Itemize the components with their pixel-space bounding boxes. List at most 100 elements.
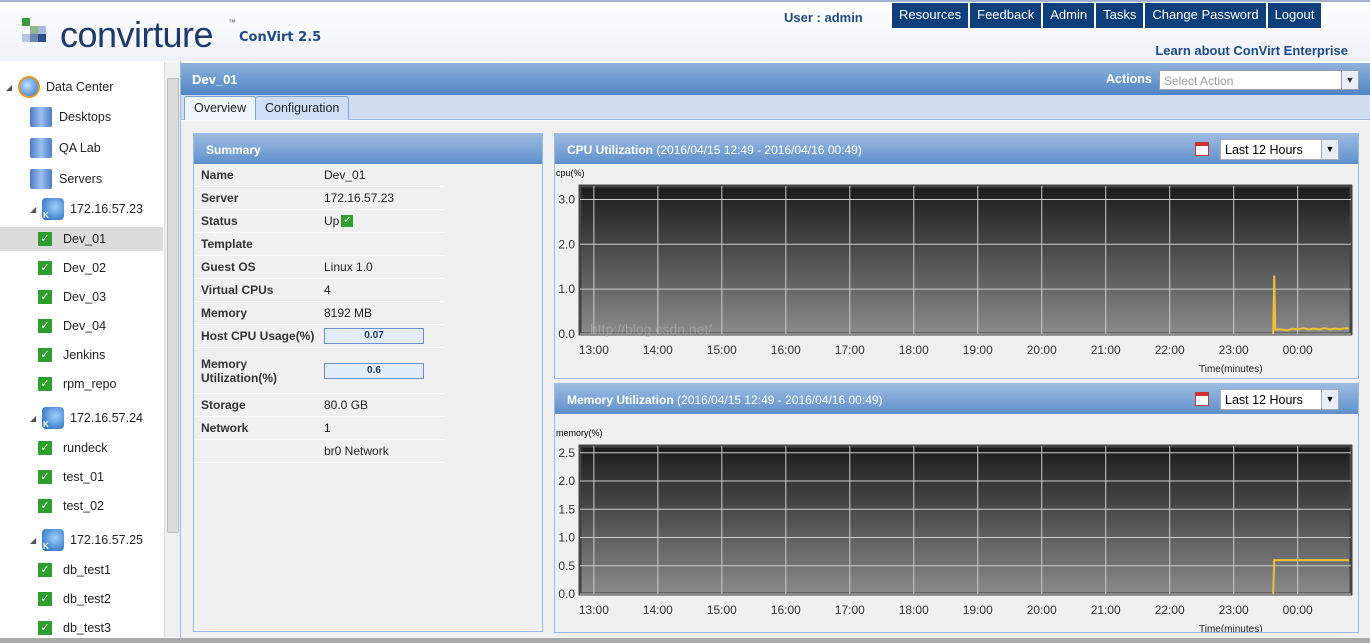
nav-admin[interactable]: Admin bbox=[1043, 3, 1095, 28]
vm-running-check-icon: ✓ bbox=[38, 441, 52, 455]
tree-item-label: test_01 bbox=[63, 470, 105, 484]
nav-tasks[interactable]: Tasks bbox=[1096, 3, 1144, 28]
tree-item-label: Desktops bbox=[59, 110, 112, 124]
tree-item[interactable]: ✓ Dev_02 bbox=[38, 256, 106, 280]
actions-label: Actions bbox=[1106, 72, 1152, 86]
tree-item[interactable]: QA Lab bbox=[30, 136, 101, 160]
cpu-chart-title: CPU Utilization bbox=[567, 143, 653, 157]
chevron-down-icon[interactable]: ▼ bbox=[1341, 71, 1358, 89]
tree-item-label: Dev_04 bbox=[63, 319, 107, 333]
tab-bar: Overview Configuration bbox=[181, 95, 1370, 120]
summary-row: Guest OS Linux 1.0 bbox=[194, 256, 444, 279]
user-label: User : admin bbox=[784, 10, 863, 25]
tab-overview[interactable]: Overview bbox=[184, 96, 257, 120]
summary-row: Storage 80.0 GB bbox=[194, 394, 444, 417]
watermark: http://blog.csdn.net/ bbox=[590, 321, 712, 337]
expand-triangle-icon[interactable]: ◢ bbox=[30, 205, 42, 214]
y-axis-label: cpu(%) bbox=[556, 168, 585, 178]
status-check-icon: ✓ bbox=[341, 215, 354, 227]
nav-resources[interactable]: Resources bbox=[892, 3, 969, 28]
tree-item[interactable]: ✓ test_01 bbox=[38, 465, 104, 489]
summary-row: Status Up ✓ bbox=[194, 210, 444, 233]
x-tick-label: 13:00 bbox=[579, 603, 609, 617]
memory-range-value: Last 12 Hours bbox=[1225, 393, 1303, 407]
x-tick-label: 20:00 bbox=[1027, 603, 1057, 617]
chevron-down-icon[interactable]: ▼ bbox=[1321, 140, 1338, 159]
summary-key: Status bbox=[201, 214, 238, 228]
summary-row: Network 1 bbox=[194, 417, 444, 440]
expand-triangle-icon[interactable]: ◢ bbox=[30, 536, 42, 545]
learn-enterprise-link[interactable]: Learn about ConVirt Enterprise bbox=[1155, 43, 1348, 58]
group-icon bbox=[30, 107, 52, 127]
tree-item[interactable]: Servers bbox=[30, 167, 102, 191]
tree-item[interactable]: ✓ Dev_03 bbox=[38, 285, 106, 309]
memory-range-select[interactable]: Last 12 Hours ▼ bbox=[1220, 389, 1339, 410]
x-tick-label: 23:00 bbox=[1219, 603, 1249, 617]
y-tick-label: 3.0 bbox=[558, 192, 575, 206]
tree-item[interactable]: ✓ test_02 bbox=[38, 494, 104, 518]
y-axis-label: memory(%) bbox=[556, 428, 603, 438]
tree-item[interactable]: ✓ Dev_04 bbox=[38, 314, 106, 338]
tree-item[interactable]: ✓ db_test1 bbox=[38, 558, 111, 582]
vm-running-check-icon: ✓ bbox=[38, 499, 52, 513]
x-tick-label: 19:00 bbox=[963, 343, 993, 357]
memory-chart-panel: Memory Utilization (2016/04/15 12:49 - 2… bbox=[554, 383, 1359, 635]
tree-item-label: Dev_01 bbox=[63, 232, 107, 246]
x-tick-label: 16:00 bbox=[771, 603, 801, 617]
calendar-icon[interactable] bbox=[1195, 142, 1209, 156]
expand-triangle-icon[interactable]: ◢ bbox=[6, 83, 18, 92]
vm-running-check-icon: ✓ bbox=[38, 348, 52, 362]
vm-running-check-icon: ✓ bbox=[38, 290, 52, 304]
tab-configuration[interactable]: Configuration bbox=[255, 96, 350, 120]
nav-change-password[interactable]: Change Password bbox=[1145, 3, 1266, 28]
tree-item[interactable]: ✓ rpm_repo bbox=[38, 372, 117, 396]
x-tick-label: 23:00 bbox=[1219, 343, 1249, 357]
tree-item[interactable]: Desktops bbox=[30, 105, 111, 129]
actions-placeholder: Select Action bbox=[1164, 74, 1234, 88]
summary-value: 4 bbox=[324, 283, 331, 297]
tree-item[interactable]: ◢ K 172.16.57.24 bbox=[30, 406, 143, 430]
summary-row: Virtual CPUs 4 bbox=[194, 279, 444, 302]
tree-item[interactable]: ◢ Data Center bbox=[6, 75, 113, 99]
x-tick-label: 17:00 bbox=[835, 603, 865, 617]
nav-feedback[interactable]: Feedback bbox=[970, 3, 1042, 28]
tree-item-label: 172.16.57.25 bbox=[70, 533, 143, 547]
logo-text: convirture bbox=[60, 14, 214, 55]
summary-row: Server 172.16.57.23 bbox=[194, 187, 444, 210]
tree-item[interactable]: ✓ db_test2 bbox=[38, 587, 111, 611]
summary-panel: Summary Name Dev_01 Server 172.16.57.23 Stat… bbox=[193, 133, 543, 632]
calendar-icon[interactable] bbox=[1195, 392, 1209, 406]
summary-key: Template bbox=[201, 237, 253, 251]
summary-value: 80.0 GB bbox=[324, 398, 369, 412]
x-axis-label: Time(minutes) bbox=[1199, 364, 1263, 375]
summary-key: Host CPU Usage(%) bbox=[201, 329, 315, 343]
tree-item-label: Data Center bbox=[46, 80, 114, 94]
actions-select[interactable]: Select Action ▼ bbox=[1159, 70, 1359, 90]
chevron-down-icon[interactable]: ▼ bbox=[1321, 390, 1338, 409]
tree-item[interactable]: ✓ Jenkins bbox=[38, 343, 105, 367]
tree-item-label: Jenkins bbox=[63, 348, 106, 362]
cpu-range-value: Last 12 Hours bbox=[1225, 143, 1303, 157]
tree-item[interactable]: ◢ K 172.16.57.23 bbox=[30, 197, 143, 221]
trademark: ™ bbox=[228, 18, 236, 27]
vm-running-check-icon: ✓ bbox=[38, 470, 52, 484]
summary-table: Name Dev_01 Server 172.16.57.23 Status Up ✓ Tem… bbox=[194, 164, 542, 463]
memory-chart-header: Memory Utilization (2016/04/15 12:49 - 2… bbox=[555, 384, 1358, 414]
tree-item-label: QA Lab bbox=[59, 141, 101, 155]
scrollbar-thumb[interactable] bbox=[167, 78, 179, 533]
summary-row: Name Dev_01 bbox=[194, 164, 444, 187]
nav-logout[interactable]: Logout bbox=[1267, 3, 1322, 28]
tree-item-label: db_test3 bbox=[63, 621, 111, 635]
tree-item[interactable]: ✓ rundeck bbox=[38, 436, 107, 460]
expand-triangle-icon[interactable]: ◢ bbox=[30, 414, 42, 423]
tree-item-label: db_test1 bbox=[63, 563, 111, 577]
tree-item[interactable]: ✓ Dev_01 bbox=[0, 227, 163, 251]
cpu-range-select[interactable]: Last 12 Hours ▼ bbox=[1220, 139, 1339, 160]
tree-item-label: 172.16.57.24 bbox=[70, 411, 143, 425]
x-tick-label: 15:00 bbox=[707, 343, 737, 357]
tree-item[interactable]: ✓ db_test3 bbox=[38, 616, 111, 640]
tree-item[interactable]: ◢ K 172.16.57.25 bbox=[30, 528, 143, 552]
memory-chart: memory(%) 0.0 0.5 1.0 1.5 2.0 2.5 13:00 14:00 15:… bbox=[556, 428, 1353, 635]
x-tick-label: 18:00 bbox=[899, 343, 929, 357]
tree-scrollbar[interactable] bbox=[164, 62, 180, 637]
